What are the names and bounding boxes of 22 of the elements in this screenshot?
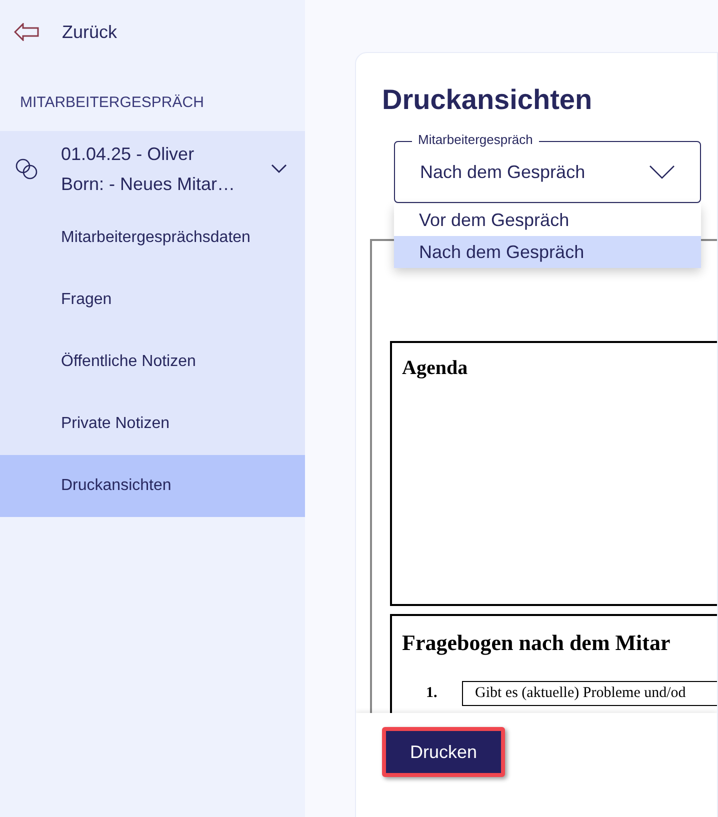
- sidebar-item[interactable]: Öffentliche Notizen: [0, 330, 305, 392]
- questionnaire-heading: Fragebogen nach dem Mitar: [402, 629, 672, 657]
- dropdown-option[interactable]: Nach dem Gespräch: [394, 236, 701, 268]
- chat-bubbles-icon: [14, 156, 40, 180]
- chevron-icon: [271, 164, 287, 174]
- chevron-icon: [649, 165, 675, 179]
- conversation-item[interactable]: 01.04.25 - Oliver Born: - Neues Mitar…: [0, 130, 305, 206]
- print-button[interactable]: Drucken: [382, 727, 506, 777]
- question-number: 1.: [426, 684, 438, 703]
- sidebar-item[interactable]: Druckansichten: [0, 454, 305, 516]
- back-button[interactable]: Zurück: [0, 0, 305, 64]
- select-label: Mitarbeitergespräch: [412, 132, 539, 148]
- sidebar-item[interactable]: Mitarbeitergesprächsdaten: [0, 206, 305, 268]
- page-title: Druckansichten: [382, 83, 594, 117]
- question-text: Gibt es (aktuelle) Probleme und/od: [462, 681, 717, 706]
- sidebar-item[interactable]: Private Notizen: [0, 392, 305, 454]
- back-arrow-icon: [14, 23, 40, 41]
- sidebar-item[interactable]: Fragen: [0, 268, 305, 330]
- section-title: MITARBEITERGESPRÄCH: [19, 93, 205, 113]
- dropdown-option[interactable]: Vor dem Gespräch: [394, 204, 701, 236]
- conversation-title: 01.04.25 - Oliver Born: - Neues Mitar…: [61, 142, 236, 196]
- agenda-heading: Agenda: [402, 356, 469, 381]
